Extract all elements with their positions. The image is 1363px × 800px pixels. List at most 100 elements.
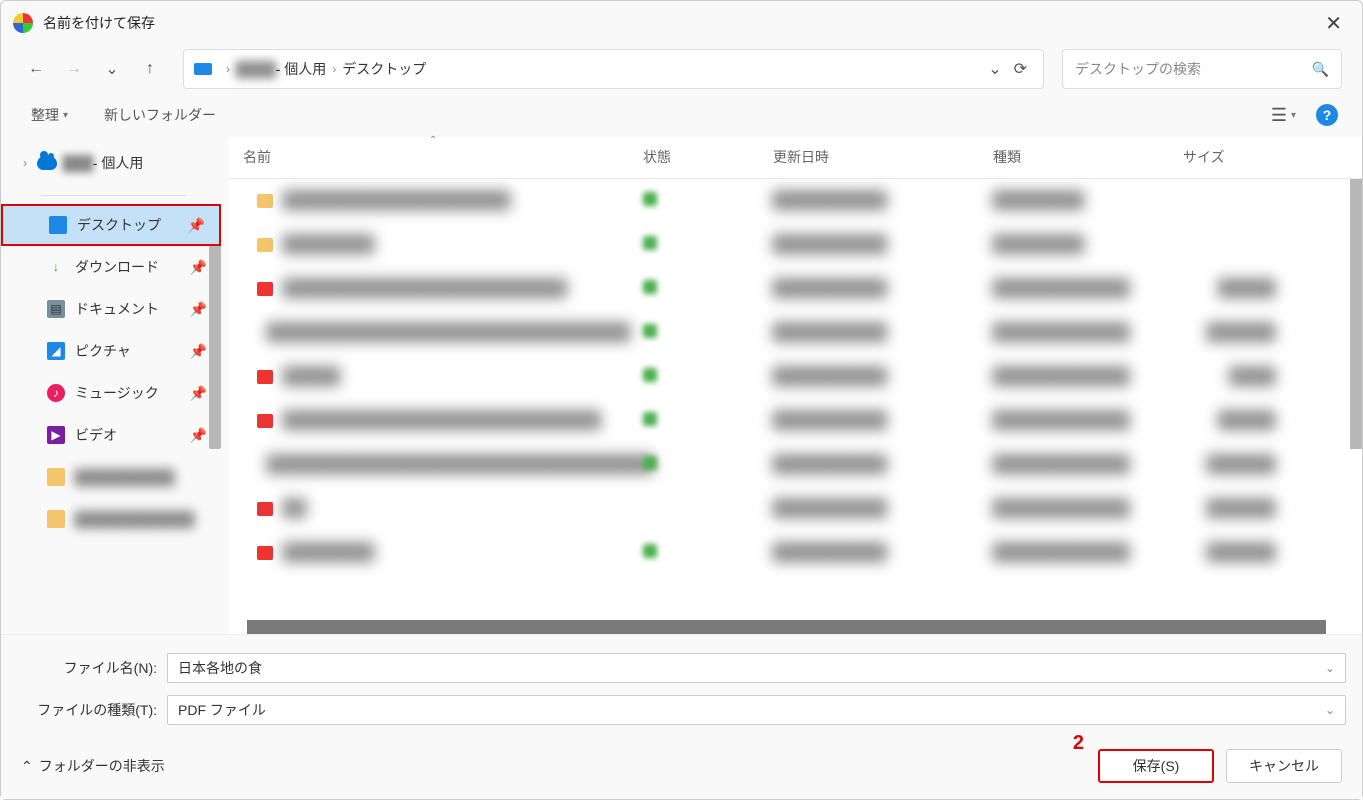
sidebar-item-downloads[interactable]: ↓ ダウンロード 📌 — [1, 246, 221, 288]
address-bar[interactable]: › ████ - 個人用 › デスクトップ ⌄ ⟳ — [183, 49, 1044, 89]
back-button[interactable]: ← — [21, 54, 51, 84]
file-name-blurred: ████████████████████████████████ — [267, 324, 630, 342]
file-name-blurred: ██████████████████████████████████ — [267, 456, 652, 474]
pin-icon[interactable]: 📌 — [190, 343, 207, 360]
sync-status-icon — [643, 280, 657, 294]
sidebar-label-videos: ビデオ — [75, 425, 117, 445]
new-folder-button[interactable]: 新しいフォルダー — [98, 101, 222, 129]
sidebar-item-folder-blurred[interactable]: ██████████ — [1, 456, 221, 498]
column-date[interactable]: 更新日時 — [759, 137, 979, 178]
forward-button[interactable]: → — [59, 54, 89, 84]
sidebar-item-music[interactable]: ♪ ミュージック 📌 — [1, 372, 221, 414]
sidebar-divider — [41, 195, 187, 196]
search-box[interactable]: 🔍 — [1062, 49, 1342, 89]
column-name[interactable]: ⌃ 名前 — [229, 137, 629, 178]
filename-input[interactable]: 日本各地の食 ⌄ — [167, 653, 1346, 683]
filetype-row: ファイルの種類(T): PDF ファイル ⌄ — [1, 689, 1362, 731]
organize-button[interactable]: 整理 ▾ — [25, 101, 74, 129]
breadcrumb-desktop[interactable]: デスクトップ — [342, 59, 426, 79]
pdf-icon — [257, 282, 273, 296]
listing-scrollbar-horizontal[interactable] — [247, 620, 1326, 634]
file-name-blurred: ████████████████████ — [283, 192, 510, 210]
sync-status-icon — [643, 324, 657, 338]
table-row[interactable]: ██ ██████████ ████████████ ██████ — [229, 487, 1362, 531]
breadcrumb-sep-icon: › — [332, 62, 336, 76]
listing-scrollbar-vertical[interactable] — [1350, 179, 1362, 449]
sidebar-item-pictures[interactable]: ◢ ピクチャ 📌 — [1, 330, 221, 372]
pin-icon[interactable]: 📌 — [190, 301, 207, 318]
pin-icon[interactable]: 📌 — [190, 385, 207, 402]
breadcrumb-personal[interactable]: - 個人用 — [276, 59, 327, 79]
file-listing: ⌃ 名前 状態 更新日時 種類 サイズ ████████████████████… — [229, 137, 1362, 634]
hide-folders-button[interactable]: ⌃ フォルダーの非表示 — [21, 756, 165, 776]
table-row[interactable]: ██████████████████████████████████ █████… — [229, 443, 1362, 487]
table-row[interactable]: ████████ ██████████ ████████ — [229, 223, 1362, 267]
location-icon — [194, 63, 212, 75]
sidebar-item-folder-blurred[interactable]: ████████████ — [1, 498, 221, 540]
address-dropdown[interactable]: ⌄ — [982, 59, 1007, 79]
sync-status-icon — [643, 412, 657, 426]
sidebar-item-videos[interactable]: ▶ ビデオ 📌 — [1, 414, 221, 456]
up-button[interactable]: ↑ — [135, 54, 165, 84]
file-name-blurred: █████ — [283, 368, 340, 386]
filetype-select[interactable]: PDF ファイル ⌄ — [167, 695, 1346, 725]
table-row[interactable]: ████████████████████ ██████████ ████████ — [229, 179, 1362, 223]
table-row[interactable]: ████████████████████████████████ ███████… — [229, 311, 1362, 355]
caret-down-icon[interactable]: ⌄ — [1325, 703, 1335, 717]
view-menu-button[interactable]: ☰▾ — [1263, 105, 1304, 126]
sort-ascending-icon: ⌃ — [429, 135, 437, 146]
column-header-row: ⌃ 名前 状態 更新日時 種類 サイズ — [229, 137, 1362, 179]
pdf-icon — [257, 414, 273, 428]
folder-icon — [257, 194, 273, 208]
chevron-up-icon: ⌃ — [21, 758, 33, 775]
table-row[interactable]: ████████████████████████████ ██████████ … — [229, 399, 1362, 443]
search-icon[interactable]: 🔍 — [1312, 61, 1329, 78]
sidebar-label-pictures: ピクチャ — [75, 341, 131, 361]
folder-icon — [47, 468, 65, 486]
help-button[interactable]: ? — [1316, 104, 1338, 126]
main-area: › ███ - 個人用 デスクトップ 📌 ↓ ダウンロード 📌 ▤ ドキュメント… — [1, 137, 1362, 634]
column-size[interactable]: サイズ — [1169, 137, 1289, 178]
sidebar-label-music: ミュージック — [75, 383, 159, 403]
onedrive-icon — [37, 156, 57, 170]
table-row[interactable]: ████████ ██████████ ████████████ ██████ — [229, 531, 1362, 575]
sidebar-label-desktop: デスクトップ — [77, 215, 161, 235]
sidebar-onedrive[interactable]: › ███ - 個人用 — [1, 145, 221, 181]
pin-icon[interactable]: 📌 — [190, 427, 207, 444]
filename-row: ファイル名(N): 日本各地の食 ⌄ — [1, 647, 1362, 689]
refresh-button[interactable]: ⟳ — [1008, 59, 1033, 79]
filename-label: ファイル名(N): — [17, 658, 167, 678]
caret-down-icon[interactable]: ⌄ — [1325, 661, 1335, 675]
toolbar: 整理 ▾ 新しいフォルダー ☰▾ ? — [1, 93, 1362, 137]
breadcrumb-user[interactable]: ████ — [236, 61, 276, 77]
sync-status-icon — [643, 544, 657, 558]
desktop-icon — [49, 216, 67, 234]
column-type[interactable]: 種類 — [979, 137, 1169, 178]
document-icon: ▤ — [47, 300, 65, 318]
sidebar-item-documents[interactable]: ▤ ドキュメント 📌 — [1, 288, 221, 330]
sidebar-label-documents: ドキュメント — [75, 299, 159, 319]
folder-icon — [47, 510, 65, 528]
table-row[interactable]: █████ ██████████ ████████████ ████ — [229, 355, 1362, 399]
cancel-button[interactable]: キャンセル — [1226, 749, 1342, 783]
sidebar-item-desktop[interactable]: デスクトップ 📌 — [1, 204, 221, 246]
recent-dropdown[interactable]: ⌄ — [97, 54, 127, 84]
pin-icon[interactable]: 📌 — [190, 259, 207, 276]
download-icon: ↓ — [47, 258, 65, 276]
close-button[interactable]: ✕ — [1317, 11, 1350, 36]
sidebar-label-downloads: ダウンロード — [75, 257, 159, 277]
chrome-icon — [13, 13, 33, 33]
chevron-right-icon[interactable]: › — [23, 156, 37, 170]
sidebar: › ███ - 個人用 デスクトップ 📌 ↓ ダウンロード 📌 ▤ ドキュメント… — [1, 137, 221, 634]
table-row[interactable]: █████████████████████████ ██████████ ███… — [229, 267, 1362, 311]
save-button[interactable]: 保存(S) — [1098, 749, 1214, 783]
file-list-body: ████████████████████ ██████████ ████████… — [229, 179, 1362, 634]
window-title: 名前を付けて保存 — [43, 13, 155, 33]
bottom-panel: ファイル名(N): 日本各地の食 ⌄ ファイルの種類(T): PDF ファイル … — [1, 634, 1362, 799]
nav-row: ← → ⌄ ↑ › ████ - 個人用 › デスクトップ ⌄ ⟳ 🔍 — [1, 45, 1362, 93]
pdf-icon — [257, 502, 273, 516]
search-input[interactable] — [1075, 61, 1312, 77]
column-state[interactable]: 状態 — [629, 137, 759, 178]
hide-folders-label: フォルダーの非表示 — [39, 756, 165, 776]
pin-icon[interactable]: 📌 — [188, 217, 205, 234]
